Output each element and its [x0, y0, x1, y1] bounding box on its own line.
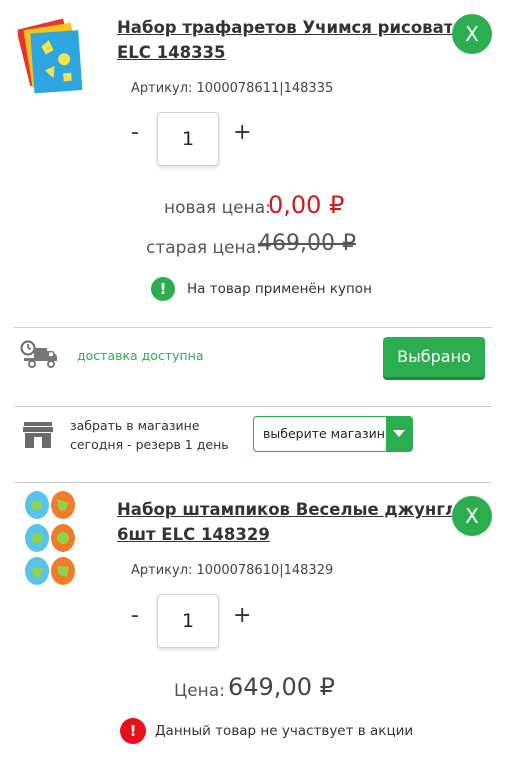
coupon-note: На товар применён купон: [187, 281, 372, 297]
price-label: Цена:: [174, 681, 225, 701]
chevron-down-icon[interactable]: [386, 417, 412, 451]
product-title-link[interactable]: ELC 148335: [117, 40, 226, 65]
divider: [14, 482, 492, 483]
quantity-decrease-button[interactable]: -: [131, 120, 139, 145]
divider: [14, 406, 492, 407]
quantity-decrease-button[interactable]: -: [131, 603, 139, 628]
store-icon: [22, 420, 54, 450]
product-title-link[interactable]: Набор штампиков Веселые джунгли: [117, 497, 452, 522]
product-title-link[interactable]: 6шт ELC 148329: [117, 522, 270, 547]
delivery-status: доставка доступна: [77, 348, 204, 363]
remove-item-button[interactable]: X: [452, 496, 492, 536]
old-price-value: 469,00 ₽: [258, 231, 356, 256]
stencil-set-icon[interactable]: [16, 10, 88, 105]
store-select[interactable]: выберите магазин: [253, 416, 413, 452]
remove-item-button[interactable]: X: [452, 14, 492, 54]
price-value: 649,00 ₽: [228, 673, 335, 701]
promo-note: Данный товар не участвует в акции: [155, 723, 414, 739]
quantity-input[interactable]: 1: [157, 594, 219, 648]
delivery-selected-button[interactable]: Выбрано: [383, 337, 485, 377]
divider: [14, 327, 492, 328]
coupon-applied-icon: !: [151, 277, 175, 301]
quantity-increase-button[interactable]: +: [233, 120, 251, 145]
product-sku: Артикул: 1000078611|148335: [131, 81, 334, 96]
quantity-increase-button[interactable]: +: [233, 603, 251, 628]
old-price-label: старая цена:: [146, 238, 262, 258]
quantity-input[interactable]: 1: [157, 112, 219, 166]
new-price-value: 0,00 ₽: [268, 191, 345, 219]
promo-excluded-icon: !: [120, 718, 146, 744]
product-title-link[interactable]: Набор трафаретов Учимся рисовать 6шт: [117, 15, 452, 40]
product-sku: Артикул: 1000078610|148329: [131, 563, 334, 578]
new-price-label: новая цена:: [164, 198, 271, 218]
delivery-truck-icon: [20, 340, 60, 370]
pickup-title: забрать в магазине: [70, 418, 200, 433]
stamp-set-icon[interactable]: [24, 491, 78, 586]
pickup-reserve-info: сегодня - резерв 1 день: [70, 437, 229, 452]
store-select-value: выберите магазин: [263, 426, 385, 441]
